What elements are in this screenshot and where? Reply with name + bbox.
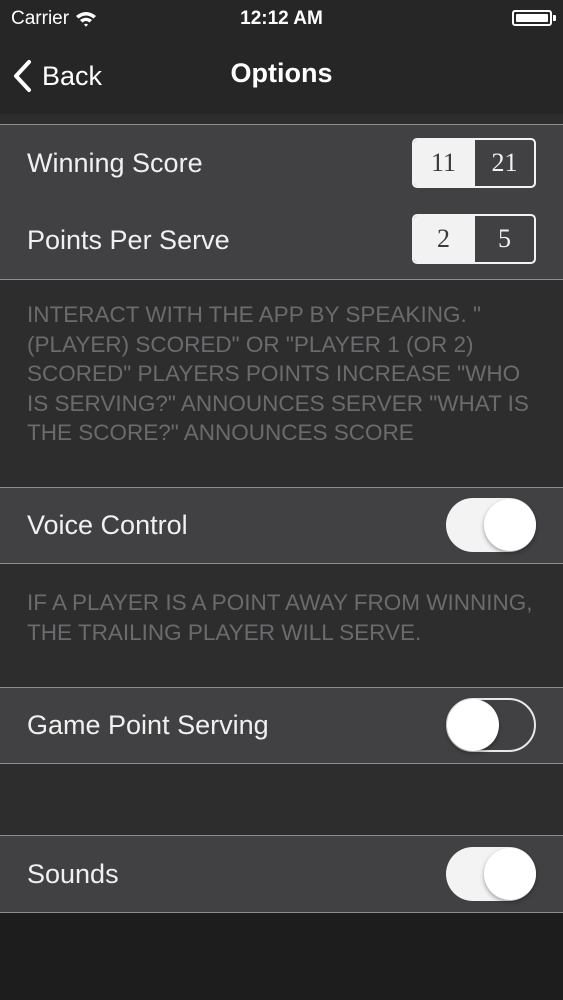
points-per-serve-row: Points Per Serve 2 5 xyxy=(0,201,563,280)
voice-control-label: Voice Control xyxy=(27,510,188,540)
toggle-knob xyxy=(484,848,536,900)
voice-control-toggle[interactable] xyxy=(446,498,536,552)
winning-score-row: Winning Score 11 21 xyxy=(0,124,563,202)
winning-score-segmented-control[interactable]: 11 21 xyxy=(412,138,536,188)
toggle-knob xyxy=(447,699,499,751)
status-time: 12:12 AM xyxy=(240,8,323,29)
winning-score-label: Winning Score xyxy=(27,148,203,178)
winning-score-option-11[interactable]: 11 xyxy=(414,140,473,186)
battery-icon xyxy=(512,10,556,26)
points-per-serve-label: Points Per Serve xyxy=(27,225,230,255)
toggle-knob xyxy=(484,499,536,551)
status-bar: Carrier 12:12 AM xyxy=(0,0,563,38)
voice-control-instructions: Interact with the app by speaking. "(Pla… xyxy=(27,302,529,445)
game-point-serving-toggle[interactable] xyxy=(446,698,536,752)
sounds-toggle[interactable] xyxy=(446,847,536,901)
points-per-serve-option-2[interactable]: 2 xyxy=(414,216,473,262)
voice-control-row: Voice Control xyxy=(0,487,563,564)
winning-score-option-21[interactable]: 21 xyxy=(473,140,534,186)
bottom-background xyxy=(0,913,563,1000)
navigation-bar: Back Options xyxy=(0,38,563,114)
sounds-row: Sounds xyxy=(0,835,563,913)
game-point-instructions: If a player is a point away from winning… xyxy=(27,590,533,645)
game-point-serving-label: Game Point Serving xyxy=(27,710,269,740)
page-title: Options xyxy=(230,58,333,88)
game-point-serving-row: Game Point Serving xyxy=(0,687,563,764)
sounds-label: Sounds xyxy=(27,859,119,889)
points-per-serve-segmented-control[interactable]: 2 5 xyxy=(412,214,536,264)
points-per-serve-option-5[interactable]: 5 xyxy=(473,216,534,262)
